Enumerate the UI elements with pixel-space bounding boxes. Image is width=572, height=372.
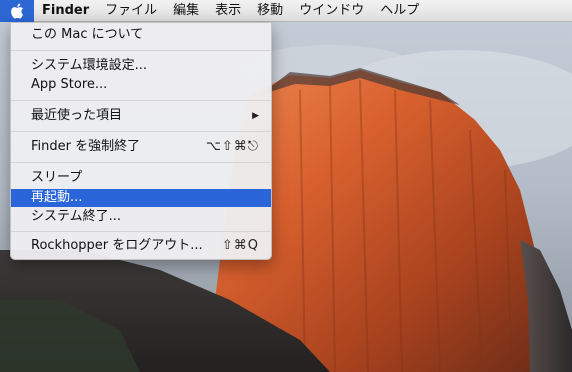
menu-item-recent-items[interactable]: 最近使った項目 ▶ bbox=[11, 107, 271, 125]
menu-item-label: システム環境設定... bbox=[31, 58, 148, 73]
menu-item-about-this-mac[interactable]: この Mac について bbox=[11, 26, 271, 44]
menu-file[interactable]: ファイル bbox=[97, 0, 165, 22]
menu-item-label: App Store... bbox=[31, 77, 108, 92]
menu-finder[interactable]: Finder bbox=[34, 0, 97, 22]
menu-item-system-preferences[interactable]: システム環境設定... bbox=[11, 57, 271, 75]
menu-window[interactable]: ウインドウ bbox=[291, 0, 372, 22]
menu-separator bbox=[11, 131, 271, 132]
menu-item-app-store[interactable]: App Store... bbox=[11, 76, 271, 94]
menu-bar: Finder ファイル 編集 表示 移動 ウインドウ ヘルプ bbox=[0, 0, 572, 22]
menu-help[interactable]: ヘルプ bbox=[372, 0, 427, 22]
apple-menu[interactable] bbox=[0, 0, 34, 22]
menu-item-label: 最近使った項目 bbox=[31, 108, 123, 123]
menu-separator bbox=[11, 231, 271, 232]
menu-edit[interactable]: 編集 bbox=[165, 0, 207, 22]
menu-item-label: Rockhopper をログアウト... bbox=[31, 238, 203, 253]
menu-item-label: スリープ bbox=[31, 170, 83, 185]
submenu-arrow-icon: ▶ bbox=[252, 111, 259, 121]
menu-item-sleep[interactable]: スリープ bbox=[11, 169, 271, 187]
menu-view[interactable]: 表示 bbox=[207, 0, 249, 22]
menu-separator bbox=[11, 50, 271, 51]
keyboard-shortcut: ⇧⌘Q bbox=[221, 238, 259, 253]
menu-separator bbox=[11, 162, 271, 163]
menu-item-restart[interactable]: 再起動... bbox=[11, 189, 271, 207]
menu-item-shut-down[interactable]: システム終了... bbox=[11, 208, 271, 226]
menu-item-force-quit[interactable]: Finder を強制終了 ⌥⇧⌘⎋ bbox=[11, 138, 271, 156]
menu-item-label: Finder を強制終了 bbox=[31, 139, 141, 154]
menu-item-label: 再起動... bbox=[31, 190, 83, 205]
menu-item-label: システム終了... bbox=[31, 209, 122, 224]
keyboard-shortcut: ⌥⇧⌘⎋ bbox=[205, 139, 259, 154]
menu-separator bbox=[11, 100, 271, 101]
apple-menu-dropdown: この Mac について システム環境設定... App Store... 最近使… bbox=[10, 22, 272, 260]
menu-item-log-out[interactable]: Rockhopper をログアウト... ⇧⌘Q bbox=[11, 237, 271, 255]
menu-item-label: この Mac について bbox=[31, 27, 144, 42]
menu-go[interactable]: 移動 bbox=[249, 0, 291, 22]
apple-icon bbox=[11, 3, 23, 18]
